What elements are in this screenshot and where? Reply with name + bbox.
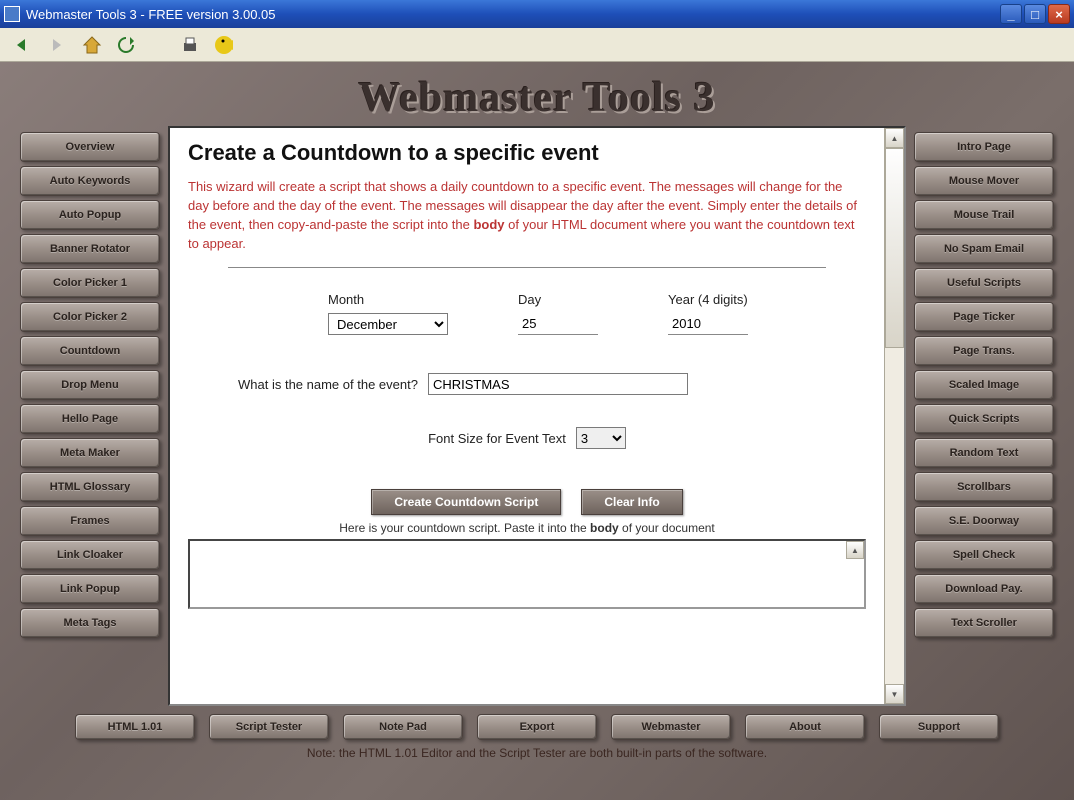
main-row: Overview Auto Keywords Auto Popup Banner Ro… [20,126,1054,706]
left-sidebar: Overview Auto Keywords Auto Popup Banner Ro… [20,126,160,706]
nav-auto-keywords[interactable]: Auto Keywords [20,166,160,196]
back-button[interactable] [8,32,34,58]
nav-no-spam-email[interactable]: No Spam Email [914,234,1054,264]
scroll-track[interactable] [885,148,904,684]
content-inner: Create a Countdown to a specific event T… [170,128,884,704]
nav-html-glossary[interactable]: HTML Glossary [20,472,160,502]
nav-color-picker-1[interactable]: Color Picker 1 [20,268,160,298]
action-row: Create Countdown Script Clear Info [188,489,866,515]
clear-info-button[interactable]: Clear Info [581,489,682,515]
nav-hello-page[interactable]: Hello Page [20,404,160,434]
close-button[interactable]: × [1048,4,1070,24]
font-size-select[interactable]: 3 [576,427,626,449]
right-sidebar: Intro Page Mouse Mover Mouse Trail No Spam … [914,126,1054,706]
year-label: Year (4 digits) [668,292,748,307]
font-size-label: Font Size for Event Text [428,431,566,446]
toolbar [0,28,1074,62]
nav-color-picker-2[interactable]: Color Picker 2 [20,302,160,332]
nav-spell-check[interactable]: Spell Check [914,540,1054,570]
nav-overview[interactable]: Overview [20,132,160,162]
nav-mouse-trail[interactable]: Mouse Trail [914,200,1054,230]
home-icon[interactable] [80,33,104,57]
nav-frames[interactable]: Frames [20,506,160,536]
nav-meta-tags[interactable]: Meta Tags [20,608,160,638]
nav-page-ticker[interactable]: Page Ticker [914,302,1054,332]
output-textarea[interactable]: ▲ [188,539,866,609]
nav-intro-page[interactable]: Intro Page [914,132,1054,162]
nav-random-text[interactable]: Random Text [914,438,1054,468]
pacman-icon[interactable] [212,33,236,57]
bottom-note-pad[interactable]: Note Pad [343,714,463,740]
scroll-thumb[interactable] [885,148,904,348]
month-select[interactable]: December [328,313,448,335]
nav-link-popup[interactable]: Link Popup [20,574,160,604]
app-body: Webmaster Tools 3 Overview Auto Keywords A… [0,62,1074,800]
nav-scaled-image[interactable]: Scaled Image [914,370,1054,400]
bottom-html-1-01[interactable]: HTML 1.01 [75,714,195,740]
scroll-down-button[interactable]: ▼ [885,684,904,704]
bottom-script-tester[interactable]: Script Tester [209,714,329,740]
output-suffix: of your document [619,521,715,535]
window-buttons: _ □ × [1000,4,1070,24]
day-label: Day [518,292,598,307]
nav-text-scroller[interactable]: Text Scroller [914,608,1054,638]
divider [228,267,826,268]
forward-button[interactable] [44,32,70,58]
nav-meta-maker[interactable]: Meta Maker [20,438,160,468]
event-name-input[interactable] [428,373,688,395]
content-pane: Create a Countdown to a specific event T… [168,126,906,706]
nav-countdown[interactable]: Countdown [20,336,160,366]
desc-bold: body [473,217,504,232]
bottom-about[interactable]: About [745,714,865,740]
minimize-button[interactable]: _ [1000,4,1022,24]
titlebar: Webmaster Tools 3 - FREE version 3.00.05… [0,0,1074,28]
event-name-label: What is the name of the event? [238,377,418,392]
nav-link-cloaker[interactable]: Link Cloaker [20,540,160,570]
nav-scrollbars[interactable]: Scrollbars [914,472,1054,502]
nav-auto-popup[interactable]: Auto Popup [20,200,160,230]
maximize-button[interactable]: □ [1024,4,1046,24]
output-prefix: Here is your countdown script. Paste it … [339,521,590,535]
nav-page-trans[interactable]: Page Trans. [914,336,1054,366]
refresh-icon[interactable] [114,33,138,57]
day-input[interactable] [518,313,598,335]
event-name-row: What is the name of the event? [238,373,866,395]
bottom-support[interactable]: Support [879,714,999,740]
print-icon[interactable] [178,33,202,57]
scroll-up-button[interactable]: ▲ [885,128,904,148]
content-scrollbar[interactable]: ▲ ▼ [884,128,904,704]
nav-quick-scripts[interactable]: Quick Scripts [914,404,1054,434]
nav-mouse-mover[interactable]: Mouse Mover [914,166,1054,196]
nav-useful-scripts[interactable]: Useful Scripts [914,268,1054,298]
app-title: Webmaster Tools 3 [20,74,1054,122]
year-input[interactable] [668,313,748,335]
create-script-button[interactable]: Create Countdown Script [371,489,561,515]
window-title: Webmaster Tools 3 - FREE version 3.00.05 [26,7,1000,22]
month-label: Month [328,292,448,307]
pane-description: This wizard will create a script that sh… [188,178,866,253]
output-scroll-up[interactable]: ▲ [846,541,864,559]
output-bold: body [590,521,619,535]
nav-s-e-doorway[interactable]: S.E. Doorway [914,506,1054,536]
footer-note: Note: the HTML 1.01 Editor and the Scrip… [20,746,1054,760]
pane-title: Create a Countdown to a specific event [188,140,866,166]
bottom-nav: HTML 1.01 Script Tester Note Pad Export Webm… [20,714,1054,740]
nav-banner-rotator[interactable]: Banner Rotator [20,234,160,264]
nav-download-pay[interactable]: Download Pay. [914,574,1054,604]
output-label: Here is your countdown script. Paste it … [188,521,866,535]
app-icon [4,6,20,22]
font-size-row: Font Size for Event Text 3 [188,427,866,449]
nav-drop-menu[interactable]: Drop Menu [20,370,160,400]
date-row: Month December Day Year (4 digits) [328,292,866,335]
bottom-webmaster[interactable]: Webmaster [611,714,731,740]
bottom-export[interactable]: Export [477,714,597,740]
